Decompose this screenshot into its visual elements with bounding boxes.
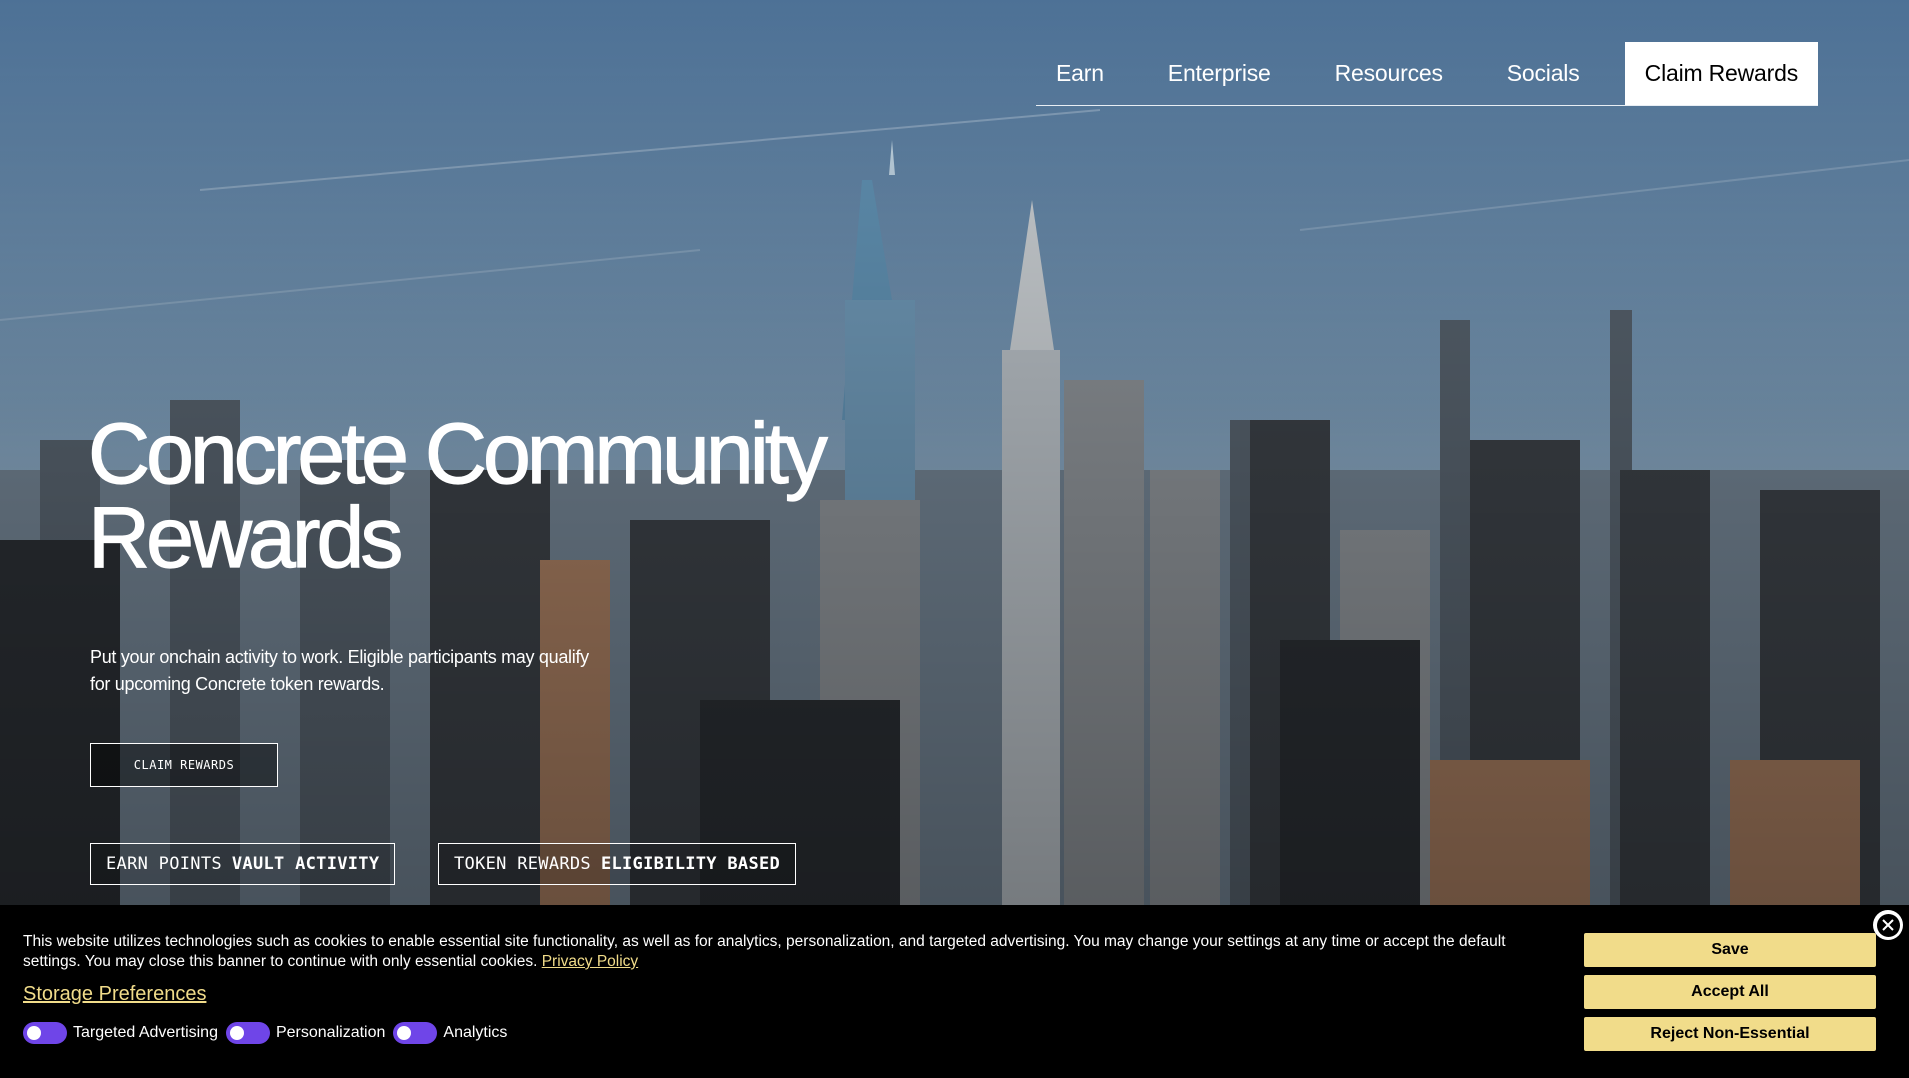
- analytics-label: Analytics: [443, 1024, 508, 1041]
- eligibility-based-label: ELIGIBILITY BASED: [600, 854, 781, 874]
- claim-rewards-button[interactable]: CLAIM REWARDS: [90, 743, 278, 787]
- close-banner-button[interactable]: [1873, 910, 1903, 940]
- toggle-group-targeted-advertising: Targeted Advertising: [23, 1022, 218, 1044]
- personalization-toggle[interactable]: [225, 1022, 270, 1044]
- nav-enterprise[interactable]: Enterprise: [1136, 42, 1303, 105]
- hero-title-line-1: Concrete Community: [87, 406, 828, 502]
- reject-non-essential-button[interactable]: Reject Non-Essential: [1584, 1017, 1876, 1051]
- nav-socials[interactable]: Socials: [1475, 42, 1612, 105]
- save-button[interactable]: Save: [1584, 933, 1876, 967]
- earn-points-label: EARN POINTS: [106, 854, 222, 874]
- toggle-group-analytics: Analytics: [393, 1022, 507, 1044]
- toggle-group-personalization: Personalization: [225, 1022, 386, 1044]
- storage-preferences-link[interactable]: Storage Preferences: [23, 983, 206, 1006]
- close-icon: [1876, 913, 1900, 937]
- cookie-toggles: Targeted Advertising Personalization Ana…: [23, 1022, 515, 1044]
- token-rewards-label: TOKEN REWARDS: [454, 854, 591, 874]
- accept-all-button[interactable]: Accept All: [1584, 975, 1876, 1009]
- hero-title: Concrete Community Rewards: [87, 410, 828, 581]
- claim-rewards-nav-button[interactable]: Claim Rewards: [1624, 42, 1818, 105]
- main-nav: Earn Enterprise Resources Socials Claim …: [1036, 42, 1818, 106]
- nav-resources[interactable]: Resources: [1303, 42, 1475, 105]
- analytics-toggle[interactable]: [393, 1022, 438, 1044]
- cookie-description: This website utilizes technologies such …: [23, 933, 1506, 970]
- personalization-label: Personalization: [275, 1024, 386, 1041]
- cookie-banner-text: This website utilizes technologies such …: [23, 932, 1563, 972]
- privacy-policy-link[interactable]: Privacy Policy: [542, 953, 638, 970]
- cookie-banner: This website utilizes technologies such …: [0, 905, 1909, 1078]
- hero-subtitle-line-1: Put your onchain activity to work. Eligi…: [90, 647, 589, 667]
- vault-activity-label: VAULT ACTIVITY: [231, 854, 380, 874]
- nav-earn[interactable]: Earn: [1036, 42, 1136, 105]
- targeted-advertising-toggle[interactable]: [23, 1022, 67, 1044]
- token-rewards-badge: TOKEN REWARDS ELIGIBILITY BASED: [438, 843, 797, 885]
- earn-points-badge: EARN POINTS VAULT ACTIVITY: [90, 843, 396, 885]
- hero-subtitle: Put your onchain activity to work. Eligi…: [90, 644, 650, 698]
- hero-subtitle-line-2: for upcoming Concrete token rewards.: [90, 674, 385, 694]
- hero-title-line-2: Rewards: [87, 490, 404, 586]
- targeted-advertising-label: Targeted Advertising: [73, 1024, 218, 1041]
